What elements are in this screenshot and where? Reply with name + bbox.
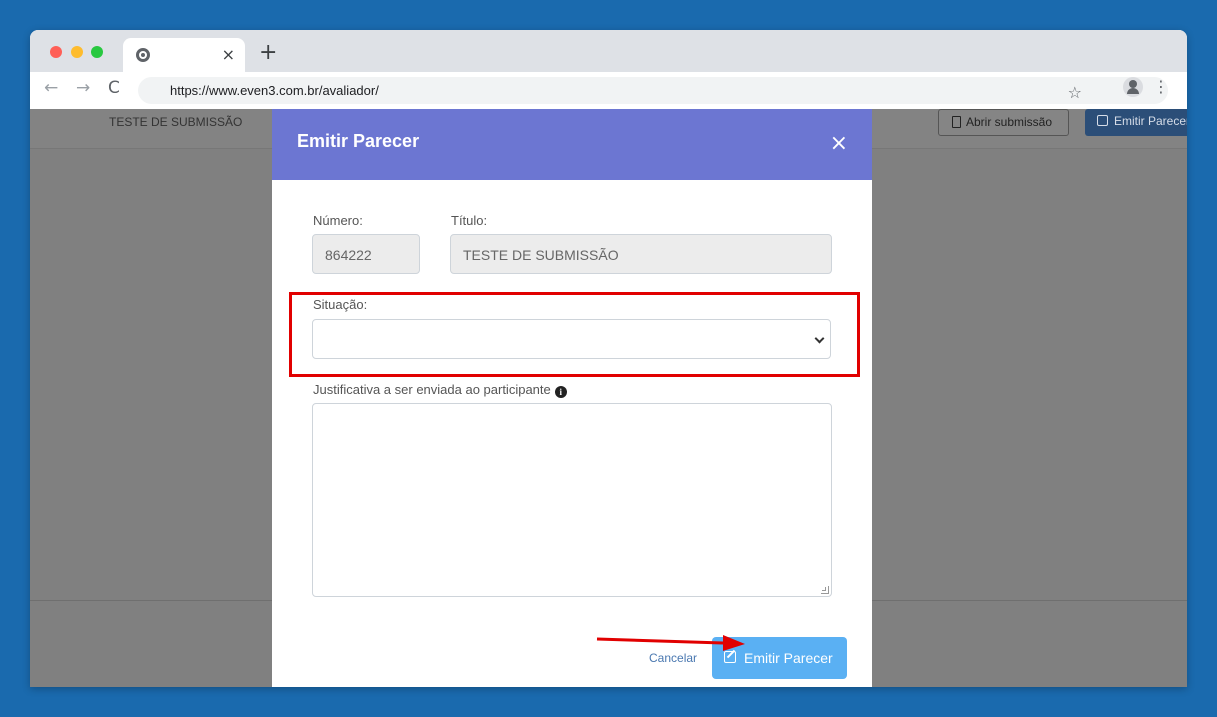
document-icon	[952, 116, 961, 128]
url-text[interactable]: https://www.even3.com.br/avaliador/	[170, 83, 379, 98]
emit-review-label: Emitir Parecer	[744, 650, 833, 666]
browser-window: × + ← → C https://www.even3.com.br/avali…	[30, 30, 1187, 687]
edit-icon	[1097, 115, 1108, 126]
edit-icon	[724, 651, 736, 663]
browser-tab[interactable]: ×	[123, 38, 245, 72]
browser-menu-icon[interactable]: ⋮	[1153, 77, 1169, 96]
bookmark-star-icon[interactable]: ☆	[1068, 83, 1082, 102]
chrome-icon	[136, 48, 150, 62]
title-field: TESTE DE SUBMISSÃO	[450, 234, 832, 274]
cancel-link[interactable]: Cancelar	[649, 651, 697, 665]
forward-icon[interactable]: →	[76, 80, 90, 97]
page-title: TESTE DE SUBMISSÃO	[109, 115, 243, 129]
number-field: 864222	[312, 234, 420, 274]
title-label: Título:	[451, 213, 488, 228]
back-icon[interactable]: ←	[44, 80, 58, 97]
close-icon[interactable]: ×	[830, 133, 848, 155]
justification-label-row: Justificativa a ser enviada ao participa…	[313, 382, 567, 398]
modal-header: Emitir Parecer ×	[272, 109, 872, 180]
status-select[interactable]	[312, 319, 831, 359]
emit-review-button[interactable]: Emitir Parecer	[712, 637, 847, 679]
justification-textarea[interactable]	[312, 403, 832, 597]
emit-review-header-label: Emitir Parecer	[1114, 114, 1187, 128]
address-bar[interactable]: https://www.even3.com.br/avaliador/ ☆	[138, 77, 1168, 104]
justification-label: Justificativa a ser enviada ao participa…	[313, 382, 551, 397]
browser-toolbar: ← → C https://www.even3.com.br/avaliador…	[30, 72, 1187, 109]
number-label: Número:	[313, 213, 363, 228]
tab-close-icon[interactable]: ×	[222, 45, 235, 64]
page-content: TESTE DE SUBMISSÃO Abrir submissão Emiti…	[30, 109, 1187, 687]
open-submission-button[interactable]: Abrir submissão	[938, 109, 1069, 136]
new-tab-button[interactable]: +	[259, 42, 277, 64]
reload-icon[interactable]: C	[108, 80, 120, 97]
profile-icon[interactable]	[1123, 77, 1143, 97]
window-close-dot[interactable]	[50, 46, 62, 58]
resize-handle-icon[interactable]	[821, 586, 829, 594]
tab-bar: × +	[30, 30, 1187, 72]
chevron-down-icon	[814, 333, 825, 344]
window-maximize-dot[interactable]	[91, 46, 103, 58]
info-icon[interactable]: i	[554, 386, 567, 398]
emit-review-modal: Emitir Parecer × Número: 864222 Título: …	[272, 109, 872, 687]
open-submission-label: Abrir submissão	[966, 115, 1053, 129]
emit-review-header-button[interactable]: Emitir Parecer	[1085, 109, 1187, 136]
modal-title: Emitir Parecer	[297, 131, 420, 151]
window-minimize-dot[interactable]	[71, 46, 83, 58]
status-label: Situação:	[313, 297, 368, 312]
